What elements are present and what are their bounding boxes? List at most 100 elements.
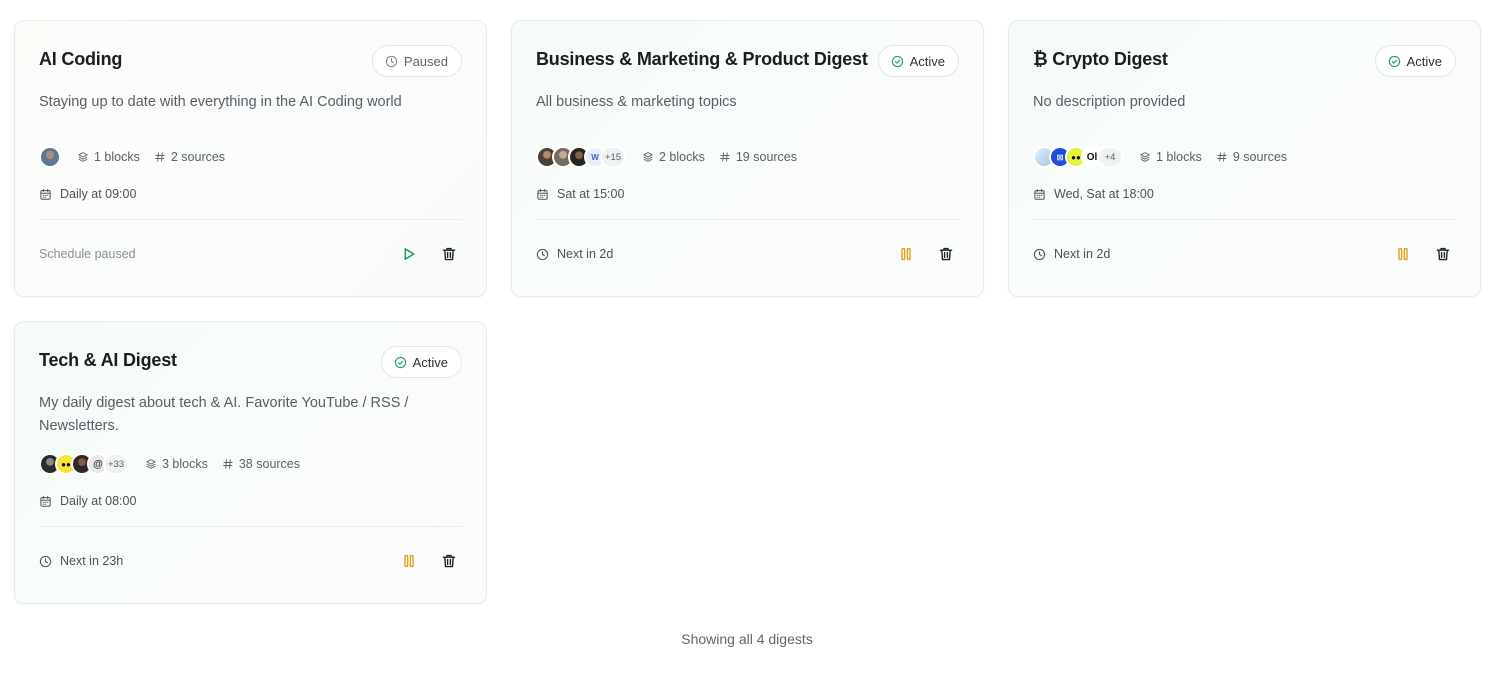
check-circle-icon [891,55,904,68]
schedule: Wed, Sat at 18:00 [1033,187,1154,201]
hash-icon [719,151,731,163]
digest-meta: W +15 2 blocks 19 sources [536,144,811,170]
trash-icon [938,246,954,262]
pause-icon [898,246,914,262]
layers-icon [642,151,654,163]
digest-title[interactable]: ₿ Crypto Digest [1033,49,1168,70]
schedule: Daily at 08:00 [39,494,136,508]
card-actions [400,552,458,570]
sources-label: 19 sources [735,150,798,164]
calendar-icon [39,495,52,508]
check-circle-icon [394,356,407,369]
trash-icon [1435,246,1451,262]
footer-label: Schedule paused [39,247,136,261]
digest-card[interactable]: ₿ Crypto Digest Active No description pr… [1008,20,1481,297]
pause-button[interactable] [400,552,418,570]
footer-label: Next in 23h [60,554,124,568]
more-sources-badge: +33 [103,453,129,475]
clock-icon [385,55,398,68]
next-run: Next in 2d [1033,247,1110,261]
pause-icon [401,553,417,569]
source-avatars: ●● @ +33 [39,453,129,475]
delete-button[interactable] [937,245,955,263]
clock-icon [536,248,549,261]
divider [536,219,959,220]
layers-icon [77,151,89,163]
delete-button[interactable] [1434,245,1452,263]
digest-card[interactable]: AI Coding Paused Staying up to date with… [14,20,487,297]
status-label: Active [412,354,448,370]
blocks-label: 2 blocks [659,150,705,164]
source-avatars: ⊠ ●● Ol +4 [1033,146,1123,168]
digest-description: Staying up to date with everything in th… [39,94,402,110]
blocks-label: 1 blocks [94,150,140,164]
footer-label: Next in 2d [557,247,614,261]
digest-count-summary: Showing all 4 digests [681,631,813,647]
pause-icon [1395,246,1411,262]
card-actions [1394,245,1452,263]
hash-icon [1216,151,1228,163]
digest-card[interactable]: Business & Marketing & Product Digest Ac… [511,20,984,297]
digest-card[interactable]: Tech & AI Digest Active My daily digest … [14,321,487,604]
layers-icon [145,458,157,470]
digest-meta: ⊠ ●● Ol +4 1 blocks 9 sources [1033,144,1301,170]
delete-button[interactable] [440,245,458,263]
divider [1033,219,1456,220]
divider [39,526,462,527]
pause-button[interactable] [1394,245,1412,263]
sources-label: 38 sources [238,457,301,471]
trash-icon [441,246,457,262]
status-label: Active [1406,53,1442,69]
schedule-label: Daily at 09:00 [60,187,137,201]
sources-count: 38 sources [222,457,300,471]
trash-icon [441,553,457,569]
status-badge: Active [1374,45,1456,77]
status-badge: Paused [371,45,462,77]
digest-description: My daily digest about tech & AI. Favorit… [39,395,409,434]
digest-meta: ●● @ +33 3 blocks 38 sources [39,451,314,477]
hash-icon [222,458,234,470]
more-sources-badge: +15 [600,146,626,168]
digest-description: No description provided [1033,94,1186,110]
calendar-icon [39,188,52,201]
source-avatars: W +15 [536,146,626,168]
avatar [39,146,61,168]
play-icon [401,246,417,262]
calendar-icon [536,188,549,201]
pause-button[interactable] [897,245,915,263]
schedule: Daily at 09:00 [39,187,136,201]
sources-count: 19 sources [719,150,797,164]
layers-icon [1139,151,1151,163]
schedule-label: Sat at 15:00 [557,187,625,201]
more-sources-badge: +4 [1097,146,1123,168]
status-badge: Active [877,45,959,77]
card-actions [897,245,955,263]
status-label: Active [909,53,945,69]
clock-icon [39,555,52,568]
digest-meta: 1 blocks 2 sources [39,144,239,170]
check-circle-icon [1388,55,1401,68]
digest-title[interactable]: AI Coding [39,49,122,70]
digest-title[interactable]: Tech & AI Digest [39,350,177,371]
next-run: Next in 2d [536,247,613,261]
digest-description: All business & marketing topics [536,94,737,110]
schedule: Sat at 15:00 [536,187,624,201]
source-avatars [39,146,61,168]
sources-count: 2 sources [154,150,225,164]
resume-button[interactable] [400,245,418,263]
schedule-label: Daily at 08:00 [60,494,137,508]
blocks-count: 1 blocks [1139,150,1202,164]
card-actions [400,245,458,263]
sources-count: 9 sources [1216,150,1287,164]
clock-icon [1033,248,1046,261]
delete-button[interactable] [440,552,458,570]
next-run: Next in 23h [39,554,123,568]
blocks-label: 1 blocks [1156,150,1202,164]
blocks-label: 3 blocks [162,457,208,471]
schedule-label: Wed, Sat at 18:00 [1054,187,1154,201]
schedule-status: Schedule paused [39,247,136,261]
blocks-count: 1 blocks [77,150,140,164]
status-badge: Active [380,346,462,378]
digest-title[interactable]: Business & Marketing & Product Digest [536,49,868,70]
blocks-count: 2 blocks [642,150,705,164]
